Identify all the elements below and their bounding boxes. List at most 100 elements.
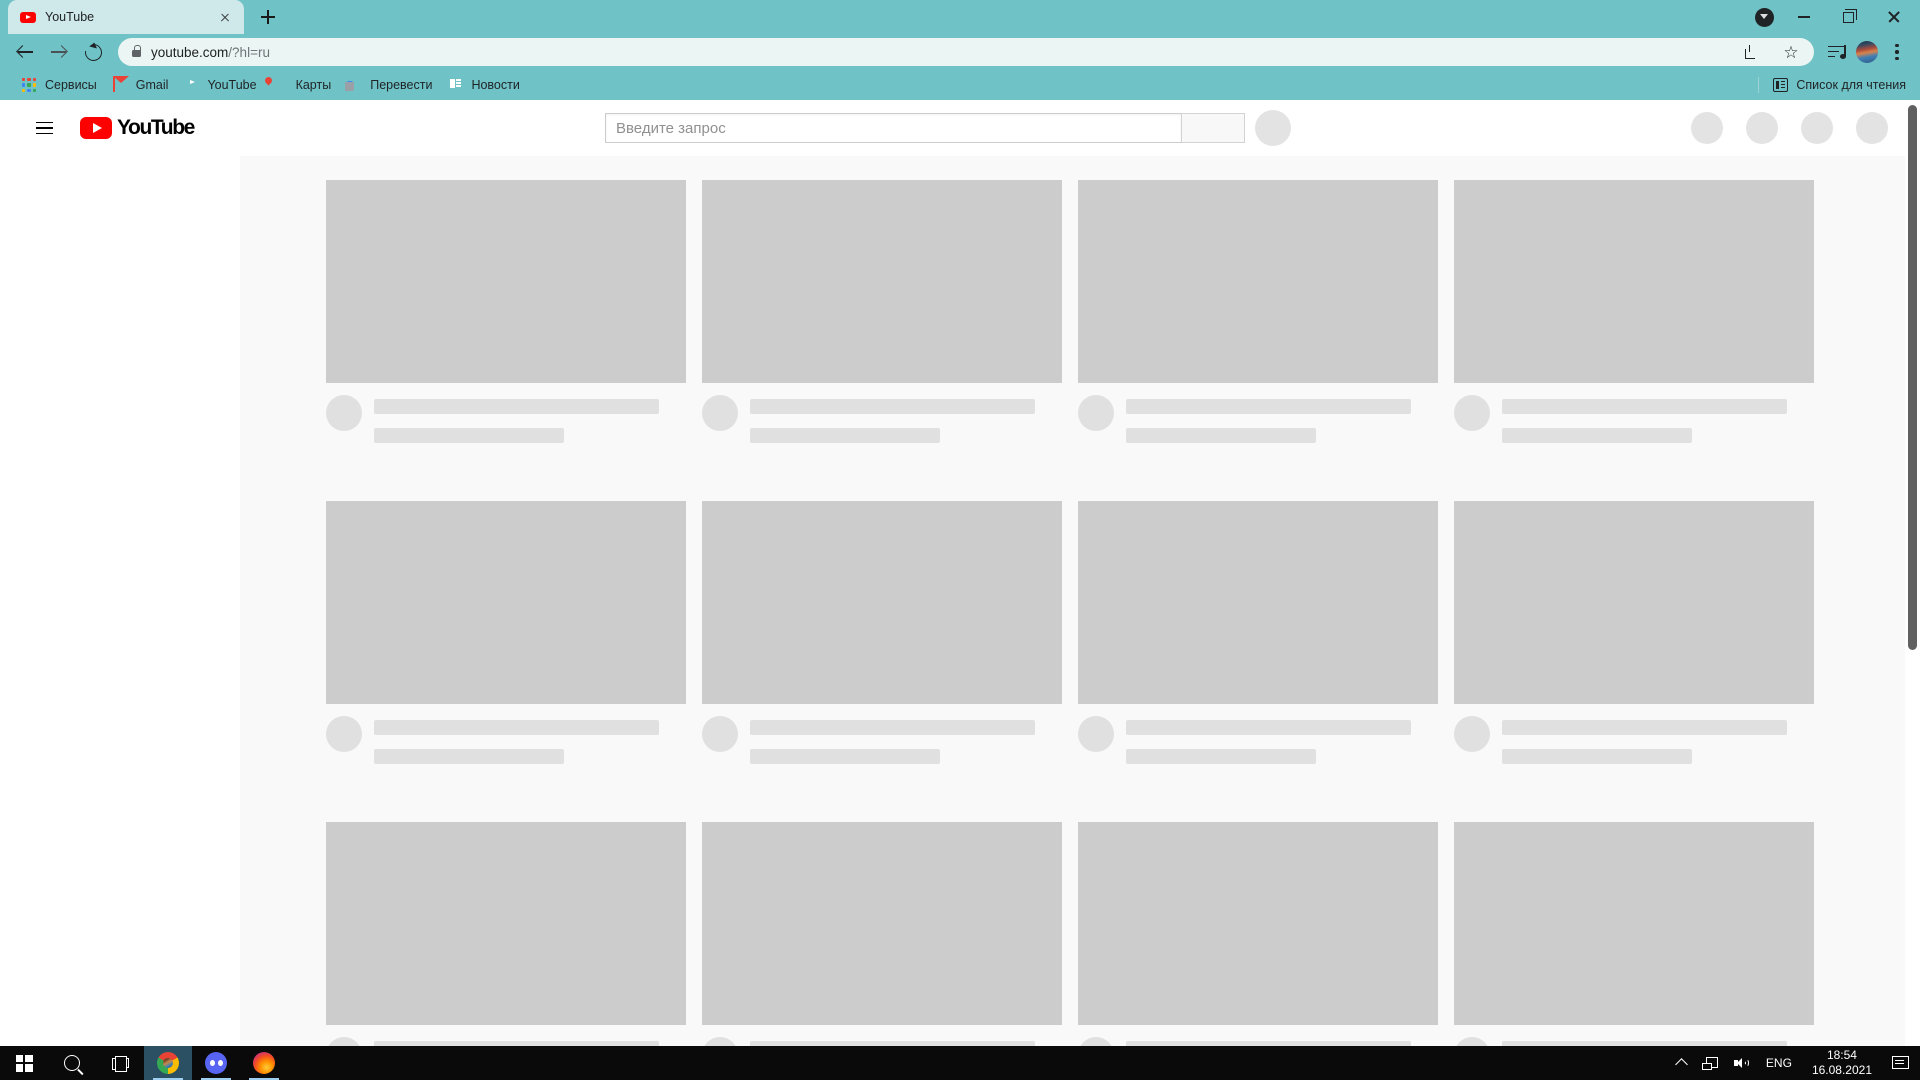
thumbnail-placeholder xyxy=(326,501,686,704)
apps-button-placeholder[interactable] xyxy=(1746,112,1778,144)
bookmarks-bar: Сервисы Gmail YouTube Карты G Перевести … xyxy=(0,70,1920,100)
maximize-button[interactable] xyxy=(1826,0,1871,34)
windows-start-icon xyxy=(15,1054,33,1072)
search-button[interactable] xyxy=(1181,113,1245,143)
channel-avatar-placeholder xyxy=(1078,1037,1114,1046)
tab-title: YouTube xyxy=(45,10,95,24)
title-placeholder xyxy=(1126,399,1411,414)
video-card-skeleton[interactable] xyxy=(1078,822,1438,1046)
thumbnail-placeholder xyxy=(1454,180,1814,383)
minimize-icon xyxy=(1797,16,1810,18)
video-card-skeleton[interactable] xyxy=(326,180,686,443)
network-icon xyxy=(1701,1056,1718,1070)
browser-tab-youtube[interactable]: YouTube xyxy=(8,0,244,34)
thumbnail-placeholder xyxy=(1078,501,1438,704)
taskbar-app-discord[interactable] xyxy=(192,1046,240,1080)
media-control-button[interactable] xyxy=(1822,37,1852,67)
task-view-icon xyxy=(111,1056,129,1072)
video-card-skeleton[interactable] xyxy=(1454,180,1814,443)
google-translate-icon: G xyxy=(347,81,354,90)
tray-language[interactable]: ENG xyxy=(1758,1056,1800,1070)
channel-avatar-placeholder xyxy=(702,716,738,752)
video-card-skeleton[interactable] xyxy=(326,501,686,764)
profile-button[interactable] xyxy=(1852,37,1882,67)
create-button-placeholder[interactable] xyxy=(1691,112,1723,144)
google-maps-icon xyxy=(273,77,289,93)
notifications-button-placeholder[interactable] xyxy=(1801,112,1833,144)
video-card-skeleton[interactable] xyxy=(326,822,686,1046)
download-button[interactable] xyxy=(1736,37,1766,67)
chrome-menu-button[interactable] xyxy=(1882,37,1912,67)
channel-avatar-placeholder xyxy=(1078,716,1114,752)
video-card-skeleton[interactable] xyxy=(702,180,1062,443)
subtitle-placeholder xyxy=(1502,428,1692,443)
youtube-header: YouTube xyxy=(0,100,1920,156)
bookmark-youtube[interactable]: YouTube xyxy=(176,74,264,96)
text-placeholders xyxy=(1126,716,1438,764)
taskbar-search-button[interactable] xyxy=(48,1046,96,1080)
card-meta xyxy=(1078,1037,1438,1046)
reload-button[interactable] xyxy=(76,35,110,69)
video-card-skeleton[interactable] xyxy=(702,822,1062,1046)
bookmark-news[interactable]: Новости xyxy=(440,74,527,96)
address-bar[interactable]: youtube.com/?hl=ru ☆ xyxy=(118,38,1814,66)
voice-search-button[interactable] xyxy=(1255,110,1291,146)
close-window-button[interactable] xyxy=(1871,0,1916,34)
action-center-button[interactable] xyxy=(1884,1046,1916,1080)
gmail-icon xyxy=(112,76,129,93)
hamburger-menu-icon[interactable] xyxy=(24,108,64,148)
tray-clock[interactable]: 18:54 16.08.2021 xyxy=(1800,1048,1884,1078)
channel-avatar-placeholder xyxy=(1454,395,1490,431)
card-meta xyxy=(326,716,686,764)
forward-button[interactable] xyxy=(42,35,76,69)
video-card-skeleton[interactable] xyxy=(1078,180,1438,443)
video-card-skeleton[interactable] xyxy=(1454,501,1814,764)
bookmark-translate[interactable]: G Перевести xyxy=(339,74,440,96)
taskbar-app-firefox[interactable] xyxy=(240,1046,288,1080)
tab-search-button[interactable] xyxy=(1747,0,1781,34)
tray-volume-button[interactable] xyxy=(1726,1046,1758,1080)
task-view-button[interactable] xyxy=(96,1046,144,1080)
lock-icon xyxy=(132,45,142,57)
video-card-skeleton[interactable] xyxy=(702,501,1062,764)
tray-network-button[interactable] xyxy=(1694,1046,1726,1080)
page-scrollbar[interactable] xyxy=(1905,100,1920,1046)
bookmark-maps[interactable]: Карты xyxy=(265,74,340,96)
title-placeholder xyxy=(1502,720,1787,735)
url-text: youtube.com/?hl=ru xyxy=(151,45,1726,60)
start-button[interactable] xyxy=(0,1046,48,1080)
close-icon xyxy=(1887,10,1901,24)
tray-overflow-button[interactable] xyxy=(1669,1046,1694,1080)
bookmark-button[interactable]: ☆ xyxy=(1776,37,1806,67)
taskbar-app-chrome[interactable] xyxy=(144,1046,192,1080)
bookmark-label: Сервисы xyxy=(45,78,97,92)
action-center-icon xyxy=(1892,1056,1909,1070)
channel-avatar-placeholder xyxy=(1078,395,1114,431)
google-news-icon xyxy=(448,77,464,93)
video-card-skeleton[interactable] xyxy=(1078,501,1438,764)
card-meta xyxy=(1454,1037,1814,1046)
close-icon[interactable] xyxy=(216,8,234,26)
scrollbar-thumb[interactable] xyxy=(1908,105,1917,650)
search-box[interactable] xyxy=(605,113,1181,143)
text-placeholders xyxy=(1502,395,1814,443)
account-avatar-placeholder[interactable] xyxy=(1856,112,1888,144)
thumbnail-placeholder xyxy=(1454,822,1814,1025)
channel-avatar-placeholder xyxy=(1454,1037,1490,1046)
search-input[interactable] xyxy=(616,119,1175,137)
bookmark-label: YouTube xyxy=(207,78,257,92)
youtube-favicon-icon xyxy=(20,9,36,25)
minimize-button[interactable] xyxy=(1781,0,1826,34)
reading-list-button[interactable]: Список для чтения xyxy=(1758,77,1906,93)
bookmark-services[interactable]: Сервисы xyxy=(14,74,105,96)
youtube-logo[interactable]: YouTube xyxy=(80,116,195,140)
text-placeholders xyxy=(374,395,686,443)
new-tab-button[interactable] xyxy=(254,3,282,31)
subtitle-placeholder xyxy=(374,428,564,443)
title-placeholder xyxy=(750,720,1035,735)
url-host: youtube.com xyxy=(151,44,229,60)
bookmark-gmail[interactable]: Gmail xyxy=(105,74,177,96)
card-meta xyxy=(1078,395,1438,443)
video-card-skeleton[interactable] xyxy=(1454,822,1814,1046)
back-button[interactable] xyxy=(8,35,42,69)
